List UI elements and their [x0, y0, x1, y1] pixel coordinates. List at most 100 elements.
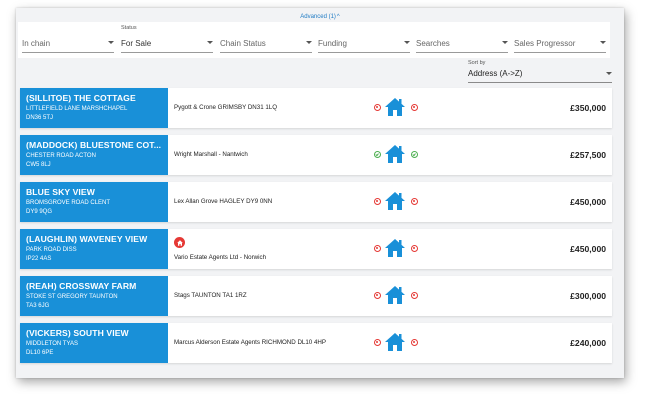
chain-status: [374, 97, 418, 119]
filter-value[interactable]: Searches: [416, 39, 450, 49]
advanced-toggle[interactable]: Advanced (1)^: [16, 13, 624, 21]
house-icon[interactable]: [384, 285, 406, 305]
house-icon[interactable]: [384, 238, 406, 258]
chevron-down-icon[interactable]: [606, 72, 612, 75]
filter-value[interactable]: For Sale: [121, 39, 151, 49]
property-title[interactable]: (VICKERS) SOUTH VIEW: [26, 328, 129, 339]
address-line: STOKE ST GREGORY TAUNTON: [26, 294, 118, 300]
chevron-down-icon[interactable]: [502, 41, 508, 44]
status-left-icon: [374, 245, 381, 252]
filter-sales-progressor[interactable]: Sales Progressor: [514, 22, 606, 56]
filter-status[interactable]: Status For Sale: [121, 22, 213, 56]
agent-logo-icon: [174, 237, 185, 248]
listing-row[interactable]: BLUE SKY VIEW BROMSGROVE ROAD CLENT DY9 …: [20, 182, 612, 222]
chain-status: [374, 332, 418, 354]
postcode: IP22 4AS: [26, 256, 52, 262]
sort-by-select[interactable]: Sort by Address (A->Z): [468, 60, 612, 86]
filter-in-chain[interactable]: In chain: [22, 22, 114, 56]
property-title[interactable]: (LAUGHLIN) WAVENEY VIEW: [26, 234, 147, 245]
house-icon[interactable]: [384, 97, 406, 117]
listing-row[interactable]: (REAH) CROSSWAY FARM STOKE ST GREGORY TA…: [20, 276, 612, 316]
status-right-icon: [411, 104, 418, 111]
address-block[interactable]: (REAH) CROSSWAY FARM STOKE ST GREGORY TA…: [20, 276, 168, 316]
address-block[interactable]: BLUE SKY VIEW BROMSGROVE ROAD CLENT DY9 …: [20, 182, 168, 222]
address-line: MIDDLETON TYAS: [26, 341, 79, 347]
address-line: BROMSGROVE ROAD CLENT: [26, 200, 111, 206]
address-block[interactable]: (LAUGHLIN) WAVENEY VIEW PARK ROAD DISS I…: [20, 229, 168, 269]
filter-value[interactable]: In chain: [22, 39, 50, 49]
property-title[interactable]: (REAH) CROSSWAY FARM: [26, 281, 136, 292]
chevron-down-icon[interactable]: [404, 41, 410, 44]
agent-name: Stags TAUNTON TA1 1RZ: [174, 292, 247, 299]
asking-price: £450,000: [570, 197, 606, 207]
filter-value[interactable]: Funding: [318, 39, 347, 49]
house-icon[interactable]: [384, 191, 406, 211]
asking-price: £450,000: [570, 244, 606, 254]
house-icon[interactable]: [384, 144, 406, 164]
status-left-icon: [374, 339, 381, 346]
filter-funding[interactable]: Funding: [318, 22, 410, 56]
listing-row[interactable]: (SILLITOE) THE COTTAGE LITTLEFIELD LANE …: [20, 88, 612, 128]
address-line: LITTLEFIELD LANE MARSHCHAPEL: [26, 106, 128, 112]
status-right-icon: [411, 245, 418, 252]
listing-row[interactable]: (MADDOCK) BLUESTONE COT... CHESTER ROAD …: [20, 135, 612, 175]
chevron-down-icon[interactable]: [108, 41, 114, 44]
address-block[interactable]: (MADDOCK) BLUESTONE COT... CHESTER ROAD …: [20, 135, 168, 175]
chain-status: [374, 144, 418, 166]
status-right-icon: [411, 151, 418, 158]
chevron-up-icon[interactable]: ^: [337, 14, 340, 20]
listing-row[interactable]: (VICKERS) SOUTH VIEW MIDDLETON TYAS DL10…: [20, 323, 612, 363]
status-left-icon: [374, 151, 381, 158]
agent-name: Vario Estate Agents Ltd - Norwich: [174, 254, 267, 261]
postcode: CW5 8LJ: [26, 162, 51, 168]
listing-row[interactable]: (LAUGHLIN) WAVENEY VIEW PARK ROAD DISS I…: [20, 229, 612, 269]
advanced-label[interactable]: Advanced (1): [300, 14, 336, 20]
postcode: DY9 9QG: [26, 209, 53, 215]
filter-underline: [121, 52, 213, 53]
status-left-icon: [374, 292, 381, 299]
address-line: CHESTER ROAD ACTON: [26, 153, 96, 159]
status-left-icon: [374, 198, 381, 205]
status-right-icon: [411, 292, 418, 299]
agent-name: Wright Marshall - Nantwich: [174, 151, 248, 158]
filter-bar: In chain Status For Sale Chain Status Fu…: [18, 22, 610, 58]
address-block[interactable]: (SILLITOE) THE COTTAGE LITTLEFIELD LANE …: [20, 88, 168, 128]
filter-underline: [416, 52, 508, 53]
address-line: PARK ROAD DISS: [26, 247, 77, 253]
asking-price: £300,000: [570, 291, 606, 301]
agent-name: Marcus Alderson Estate Agents RICHMOND D…: [174, 339, 326, 346]
filter-underline: [514, 52, 606, 53]
asking-price: £350,000: [570, 103, 606, 113]
chain-status: [374, 238, 418, 260]
asking-price: £240,000: [570, 338, 606, 348]
chain-status: [374, 191, 418, 213]
chevron-down-icon[interactable]: [600, 41, 606, 44]
status-right-icon: [411, 339, 418, 346]
filter-underline: [220, 52, 312, 53]
property-title[interactable]: (SILLITOE) THE COTTAGE: [26, 93, 136, 104]
status-right-icon: [411, 198, 418, 205]
chain-status: [374, 285, 418, 307]
filter-underline: [22, 52, 114, 53]
postcode: DL10 6PE: [26, 350, 54, 356]
address-block[interactable]: (VICKERS) SOUTH VIEW MIDDLETON TYAS DL10…: [20, 323, 168, 363]
agent-name: Lex Allan Grove HAGLEY DY9 0NN: [174, 198, 273, 205]
postcode: DN36 5TJ: [26, 115, 54, 121]
asking-price: £257,500: [570, 150, 606, 160]
filter-label: Status: [121, 25, 137, 31]
chevron-down-icon[interactable]: [306, 41, 312, 44]
postcode: TA3 6JG: [26, 303, 50, 309]
sort-label: Sort by: [468, 60, 486, 66]
results-panel: Advanced (1)^ In chain Status For Sale C…: [16, 8, 624, 378]
filter-searches[interactable]: Searches: [416, 22, 508, 56]
filter-chain-status[interactable]: Chain Status: [220, 22, 312, 56]
chevron-down-icon[interactable]: [207, 41, 213, 44]
filter-underline: [318, 52, 410, 53]
property-title[interactable]: (MADDOCK) BLUESTONE COT...: [26, 140, 161, 151]
agent-name: Pygott & Crone GRIMSBY DN31 1LQ: [174, 104, 278, 111]
house-icon[interactable]: [384, 332, 406, 352]
filter-value[interactable]: Sales Progressor: [514, 39, 575, 49]
property-title[interactable]: BLUE SKY VIEW: [26, 187, 95, 198]
filter-value[interactable]: Chain Status: [220, 39, 266, 49]
sort-value[interactable]: Address (A->Z): [468, 69, 522, 79]
